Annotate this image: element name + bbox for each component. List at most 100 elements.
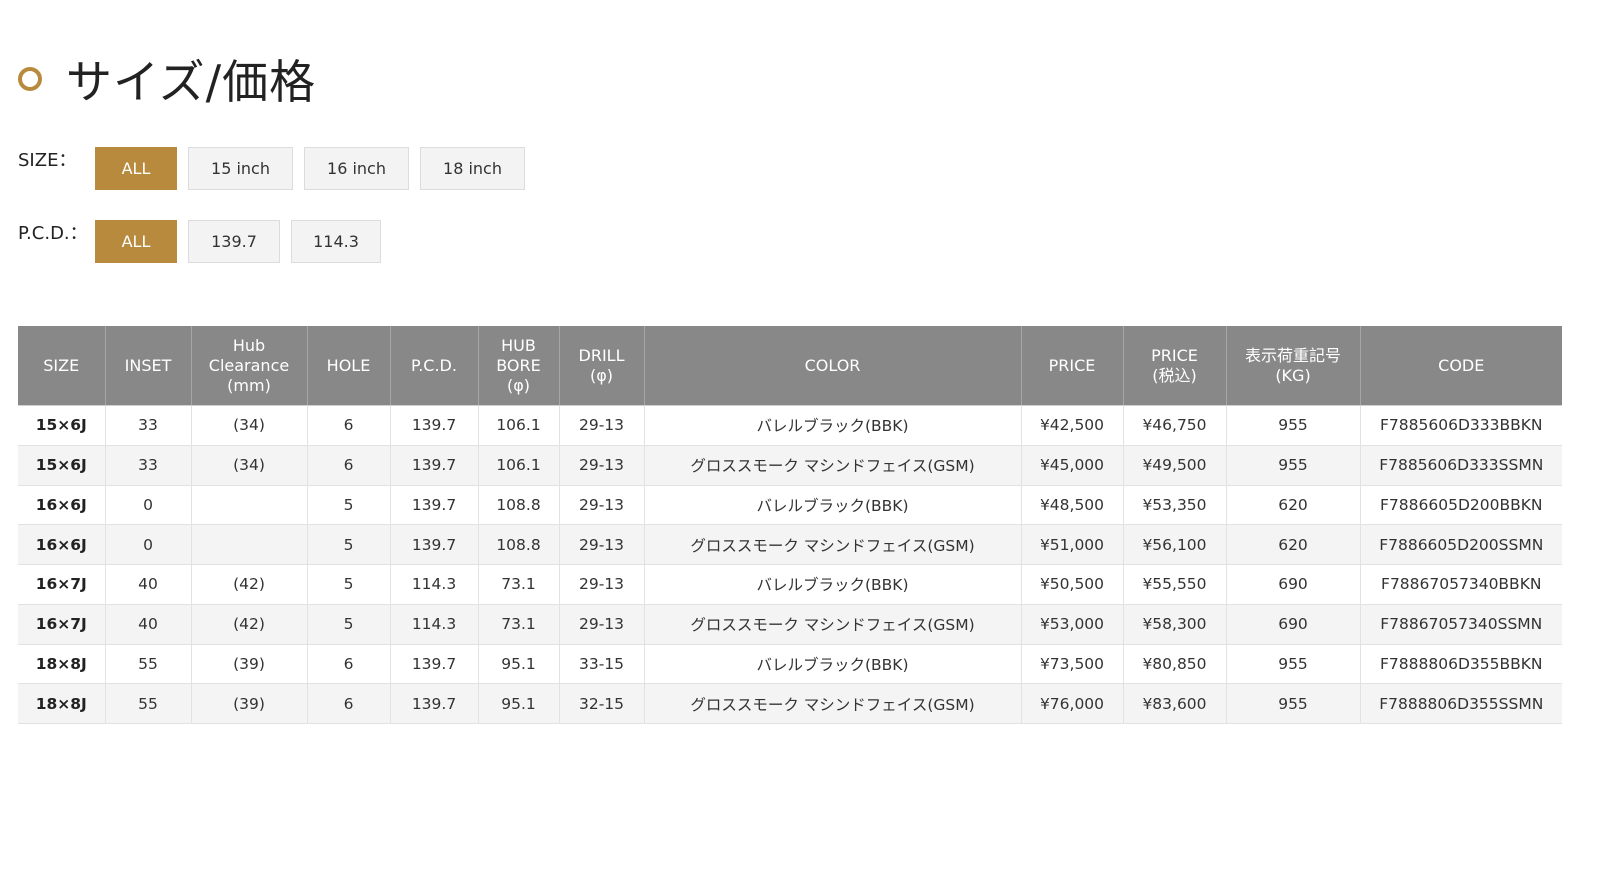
column-header-size: SIZE bbox=[18, 326, 106, 406]
cell-size: 16×7J bbox=[18, 564, 106, 605]
column-header-code: CODE bbox=[1360, 326, 1562, 406]
cell-price-tax-incl: ¥56,100 bbox=[1123, 524, 1227, 565]
table-header-row: SIZE INSET Hub Clearance (mm) HOLE P.C.D… bbox=[18, 326, 1562, 406]
cell-size: 18×8J bbox=[18, 644, 106, 685]
cell-hub-bore: 73.1 bbox=[478, 564, 560, 605]
cell-load-index: 955 bbox=[1226, 445, 1361, 486]
cell-hub-bore: 95.1 bbox=[478, 644, 560, 685]
cell-price-tax-incl: ¥53,350 bbox=[1123, 485, 1227, 526]
cell-inset: 55 bbox=[105, 644, 192, 685]
cell-drill: 29-13 bbox=[559, 485, 645, 526]
cell-code: F78867057340SSMN bbox=[1360, 604, 1562, 645]
cell-hole: 5 bbox=[307, 564, 391, 605]
cell-inset: 40 bbox=[105, 604, 192, 645]
table-row: 16×7J 40 (42) 5 114.3 73.1 29-13 グロススモーク マシンドフェ… bbox=[18, 604, 1562, 645]
cell-hub-clearance: (34) bbox=[191, 405, 308, 446]
cell-pcd: 139.7 bbox=[390, 445, 479, 486]
cell-size: 15×6J bbox=[18, 405, 106, 446]
cell-price: ¥51,000 bbox=[1021, 524, 1124, 565]
table-row: 16×6J 0 5 139.7 108.8 29-13 バレルブラック(BBK) ¥48,50… bbox=[18, 485, 1562, 526]
cell-inset: 55 bbox=[105, 683, 192, 724]
cell-hole: 6 bbox=[307, 445, 391, 486]
cell-price-tax-incl: ¥55,550 bbox=[1123, 564, 1227, 605]
cell-code: F7886605D200SSMN bbox=[1360, 524, 1562, 565]
cell-hub-clearance: (39) bbox=[191, 683, 308, 724]
pcd-filter-114-3-button[interactable]: 114.3 bbox=[291, 220, 381, 263]
cell-hub-clearance bbox=[191, 485, 308, 526]
cell-hub-clearance: (42) bbox=[191, 564, 308, 605]
size-filter-all-button[interactable]: ALL bbox=[95, 147, 177, 190]
cell-hub-clearance: (39) bbox=[191, 644, 308, 685]
cell-drill: 29-13 bbox=[559, 604, 645, 645]
cell-hub-bore: 108.8 bbox=[478, 524, 560, 565]
pcd-filter-139-7-button[interactable]: 139.7 bbox=[188, 220, 280, 263]
cell-hub-clearance: (42) bbox=[191, 604, 308, 645]
size-price-table: SIZE INSET Hub Clearance (mm) HOLE P.C.D… bbox=[18, 326, 1562, 724]
size-filter-15-inch-button[interactable]: 15 inch bbox=[188, 147, 293, 190]
cell-pcd: 139.7 bbox=[390, 683, 479, 724]
cell-hole: 6 bbox=[307, 683, 391, 724]
cell-code: F7888806D355BBKN bbox=[1360, 644, 1562, 685]
cell-load-index: 690 bbox=[1226, 564, 1361, 605]
column-header-price-tax-incl: PRICE (税込) bbox=[1123, 326, 1227, 406]
cell-load-index: 620 bbox=[1226, 485, 1361, 526]
cell-load-index: 955 bbox=[1226, 644, 1361, 685]
table-row: 15×6J 33 (34) 6 139.7 106.1 29-13 バレルブラック(BBK) ¥… bbox=[18, 405, 1562, 446]
cell-color: グロススモーク マシンドフェイス(GSM) bbox=[644, 524, 1022, 565]
cell-drill: 29-13 bbox=[559, 445, 645, 486]
cell-code: F7885606D333BBKN bbox=[1360, 405, 1562, 446]
cell-inset: 0 bbox=[105, 524, 192, 565]
cell-hub-clearance bbox=[191, 524, 308, 565]
table-body: 15×6J 33 (34) 6 139.7 106.1 29-13 バレルブラック(BBK) ¥… bbox=[18, 405, 1562, 724]
column-header-pcd: P.C.D. bbox=[390, 326, 479, 406]
cell-inset: 0 bbox=[105, 485, 192, 526]
table-row: 16×6J 0 5 139.7 108.8 29-13 グロススモーク マシンドフェイス(G… bbox=[18, 524, 1562, 565]
cell-price: ¥50,500 bbox=[1021, 564, 1124, 605]
cell-code: F7888806D355SSMN bbox=[1360, 683, 1562, 724]
column-header-load-index: 表示荷重記号 (KG) bbox=[1226, 326, 1361, 406]
cell-size: 18×8J bbox=[18, 683, 106, 724]
size-filter-18-inch-button[interactable]: 18 inch bbox=[420, 147, 525, 190]
cell-price: ¥45,000 bbox=[1021, 445, 1124, 486]
cell-pcd: 139.7 bbox=[390, 524, 479, 565]
column-header-hole: HOLE bbox=[307, 326, 391, 406]
cell-color: グロススモーク マシンドフェイス(GSM) bbox=[644, 683, 1022, 724]
cell-load-index: 690 bbox=[1226, 604, 1361, 645]
cell-color: グロススモーク マシンドフェイス(GSM) bbox=[644, 604, 1022, 645]
cell-color: バレルブラック(BBK) bbox=[644, 564, 1022, 605]
cell-color: グロススモーク マシンドフェイス(GSM) bbox=[644, 445, 1022, 486]
cell-hub-bore: 106.1 bbox=[478, 405, 560, 446]
size-filter-16-inch-button[interactable]: 16 inch bbox=[304, 147, 409, 190]
column-header-drill: DRILL (φ) bbox=[559, 326, 645, 406]
table-row: 16×7J 40 (42) 5 114.3 73.1 29-13 バレルブラック(BBK) ¥5… bbox=[18, 564, 1562, 605]
cell-price-tax-incl: ¥49,500 bbox=[1123, 445, 1227, 486]
cell-size: 16×6J bbox=[18, 524, 106, 565]
table-row: 18×8J 55 (39) 6 139.7 95.1 33-15 バレルブラック(BBK) ¥7… bbox=[18, 644, 1562, 685]
cell-hub-bore: 108.8 bbox=[478, 485, 560, 526]
cell-color: バレルブラック(BBK) bbox=[644, 405, 1022, 446]
cell-size: 16×6J bbox=[18, 485, 106, 526]
cell-price: ¥73,500 bbox=[1021, 644, 1124, 685]
cell-inset: 40 bbox=[105, 564, 192, 605]
column-header-hub-clearance: Hub Clearance (mm) bbox=[191, 326, 308, 406]
cell-size: 16×7J bbox=[18, 604, 106, 645]
cell-hub-bore: 73.1 bbox=[478, 604, 560, 645]
cell-pcd: 114.3 bbox=[390, 564, 479, 605]
cell-hole: 5 bbox=[307, 604, 391, 645]
page-title: サイズ/価格 bbox=[66, 55, 317, 109]
cell-drill: 33-15 bbox=[559, 644, 645, 685]
cell-code: F78867057340BBKN bbox=[1360, 564, 1562, 605]
cell-price-tax-incl: ¥83,600 bbox=[1123, 683, 1227, 724]
column-header-inset: INSET bbox=[105, 326, 192, 406]
pcd-filter-all-button[interactable]: ALL bbox=[95, 220, 177, 263]
cell-code: F7885606D333SSMN bbox=[1360, 445, 1562, 486]
cell-drill: 29-13 bbox=[559, 405, 645, 446]
cell-size: 15×6J bbox=[18, 445, 106, 486]
cell-hole: 6 bbox=[307, 405, 391, 446]
cell-price: ¥42,500 bbox=[1021, 405, 1124, 446]
cell-price: ¥53,000 bbox=[1021, 604, 1124, 645]
column-header-hub-bore: HUB BORE (φ) bbox=[478, 326, 560, 406]
cell-price: ¥48,500 bbox=[1021, 485, 1124, 526]
cell-hub-bore: 95.1 bbox=[478, 683, 560, 724]
pcd-filter-label: P.C.D.： bbox=[18, 223, 88, 244]
